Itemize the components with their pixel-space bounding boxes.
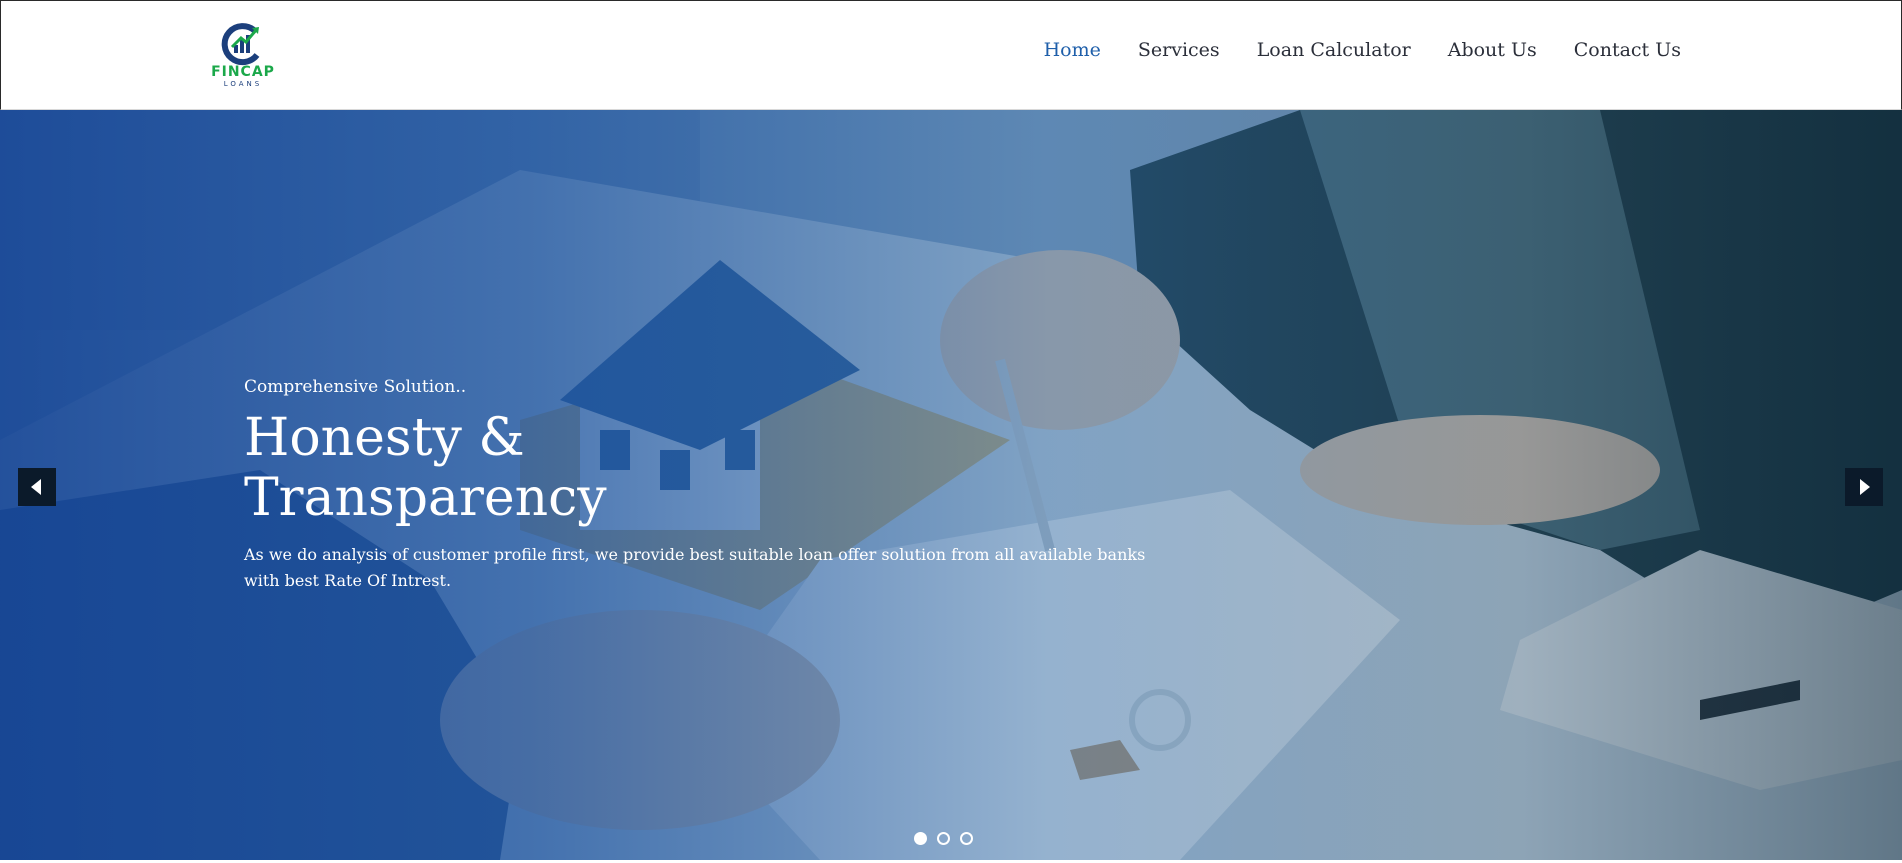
nav-services[interactable]: Services xyxy=(1138,39,1220,61)
fincap-logo-icon xyxy=(221,23,260,66)
nav-loan-calculator[interactable]: Loan Calculator xyxy=(1257,39,1411,61)
hero-title-line-1: Honesty & xyxy=(244,408,525,468)
slider-next-button[interactable] xyxy=(1845,468,1883,506)
hero-title-line-2: Transparency xyxy=(244,468,607,528)
chevron-right-icon xyxy=(1860,479,1870,495)
site-logo[interactable]: FINCAP LOANS xyxy=(203,21,283,89)
slider-pagination xyxy=(914,832,973,845)
main-nav: Home Services Loan Calculator About Us C… xyxy=(1007,39,1681,61)
nav-home[interactable]: Home xyxy=(1044,39,1101,61)
hero-description: As we do analysis of customer profile fi… xyxy=(244,545,1146,590)
site-header: FINCAP LOANS Home Services Loan Calculat… xyxy=(0,0,1902,110)
nav-about-us[interactable]: About Us xyxy=(1448,39,1537,61)
logo-wordmark: FINCAP xyxy=(211,64,275,80)
slide-dot-1[interactable] xyxy=(914,832,927,845)
slide-dot-2[interactable] xyxy=(937,832,950,845)
slider-prev-button[interactable] xyxy=(18,468,56,506)
slide-dot-3[interactable] xyxy=(960,832,973,845)
page: FINCAP LOANS Home Services Loan Calculat… xyxy=(0,0,1902,863)
hero-slider: Comprehensive Solution.. Honesty & Trans… xyxy=(0,110,1902,860)
hero-kicker: Comprehensive Solution.. xyxy=(244,377,467,397)
logo-subtitle: LOANS xyxy=(223,80,263,88)
chevron-left-icon xyxy=(31,479,41,495)
hero-content: Comprehensive Solution.. Honesty & Trans… xyxy=(244,376,1164,594)
hero-title: Honesty & Transparency xyxy=(244,408,1164,528)
nav-contact-us[interactable]: Contact Us xyxy=(1574,39,1681,61)
